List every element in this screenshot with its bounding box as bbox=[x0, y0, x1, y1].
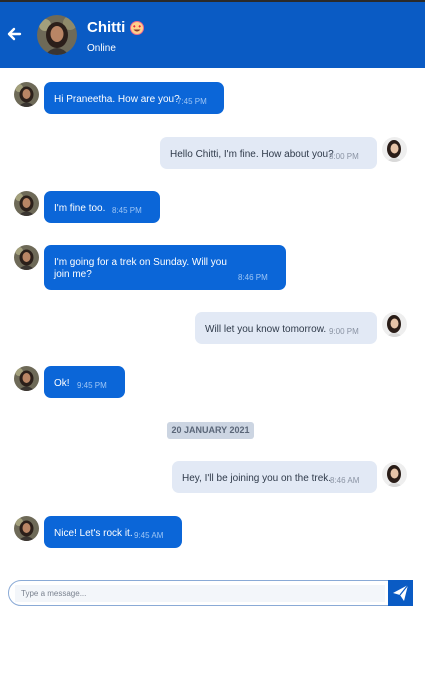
message-composer bbox=[8, 580, 413, 606]
message-bubble-incoming[interactable]: Hi Praneetha. How are you? 7:45 PM bbox=[44, 82, 224, 114]
send-button[interactable] bbox=[388, 580, 413, 606]
message-time: 8:46 PM bbox=[238, 273, 268, 282]
message-time: 8:46 AM bbox=[330, 476, 360, 485]
message-bubble-outgoing[interactable]: Hello Chitti, I'm fine. How about you? 8… bbox=[160, 137, 377, 169]
message-bubble-incoming[interactable]: Ok! 9:45 PM bbox=[44, 366, 125, 398]
message-text: join me? bbox=[54, 269, 92, 280]
message-bubble-outgoing[interactable]: Will let you know tomorrow. 9:00 PM bbox=[195, 312, 377, 344]
sender-avatar bbox=[14, 516, 39, 541]
paper-plane-icon bbox=[393, 584, 409, 601]
message-text: Hello Chitti, I'm fine. How about you? bbox=[170, 149, 334, 160]
message-text: Will let you know tomorrow. bbox=[205, 324, 327, 335]
message-time: 7:45 PM bbox=[177, 97, 207, 106]
sender-avatar bbox=[14, 191, 39, 216]
message-input[interactable] bbox=[15, 585, 385, 602]
message-bubble-incoming[interactable]: I'm fine too. 8:45 PM bbox=[44, 191, 160, 223]
message-bubble-outgoing[interactable]: Hey, I'll be joining you on the trek. 8:… bbox=[172, 461, 377, 493]
my-avatar bbox=[382, 312, 407, 337]
message-text: I'm fine too. bbox=[54, 203, 106, 214]
message-time: 9:00 PM bbox=[329, 327, 359, 336]
my-avatar bbox=[382, 462, 407, 487]
message-text: Nice! Let's rock it. bbox=[54, 528, 133, 539]
sender-avatar bbox=[14, 245, 39, 270]
my-avatar bbox=[382, 137, 407, 162]
message-text: Hey, I'll be joining you on the trek. bbox=[182, 473, 332, 484]
chat-header: Chitti Online bbox=[0, 0, 425, 68]
message-text: Hi Praneetha. How are you? bbox=[54, 94, 180, 105]
message-time: 9:45 PM bbox=[77, 381, 107, 390]
contact-status: Online bbox=[87, 43, 116, 54]
date-separator: 20 JANUARY 2021 bbox=[167, 422, 254, 439]
arrow-left-icon[interactable] bbox=[5, 25, 23, 43]
message-time: 8:45 PM bbox=[112, 206, 142, 215]
contact-avatar[interactable] bbox=[37, 15, 77, 55]
message-time: 8:00 PM bbox=[329, 152, 359, 161]
message-bubble-incoming[interactable]: Nice! Let's rock it. 9:45 AM bbox=[44, 516, 182, 548]
message-text: Ok! bbox=[54, 378, 70, 389]
sender-avatar bbox=[14, 366, 39, 391]
message-bubble-incoming[interactable]: I'm going for a trek on Sunday. Will you… bbox=[44, 245, 286, 290]
sender-avatar bbox=[14, 82, 39, 107]
contact-name: Chitti bbox=[87, 19, 126, 36]
message-time: 9:45 AM bbox=[134, 531, 164, 540]
heart-eyes-emoji-icon bbox=[130, 21, 144, 35]
